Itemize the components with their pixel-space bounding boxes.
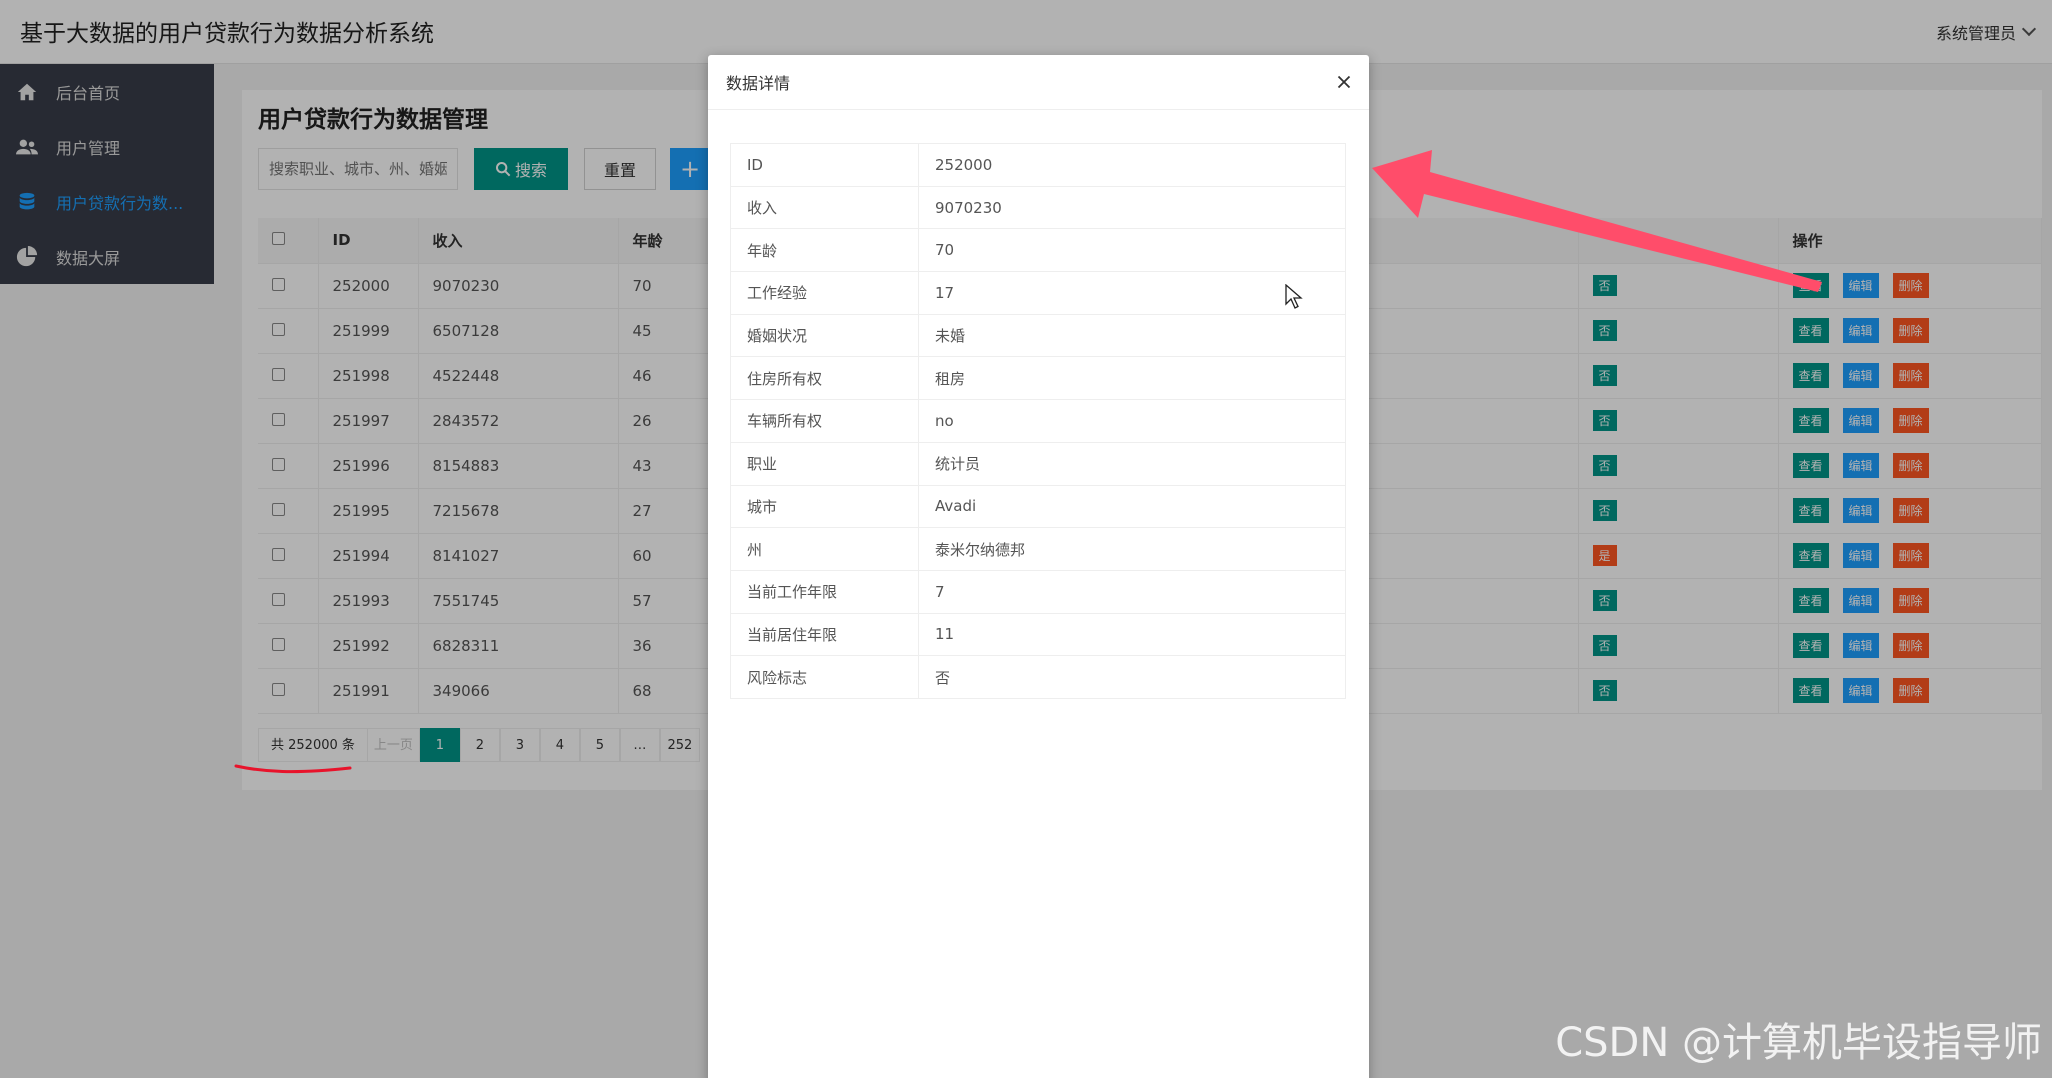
watermark: CSDN @计算机毕设指导师 xyxy=(1555,1020,2042,1066)
arrow-annotation xyxy=(1372,150,1822,292)
app-root: { "app": {"title": "基于大数据的用户贷款行为数据分析系统",… xyxy=(0,0,2052,1078)
